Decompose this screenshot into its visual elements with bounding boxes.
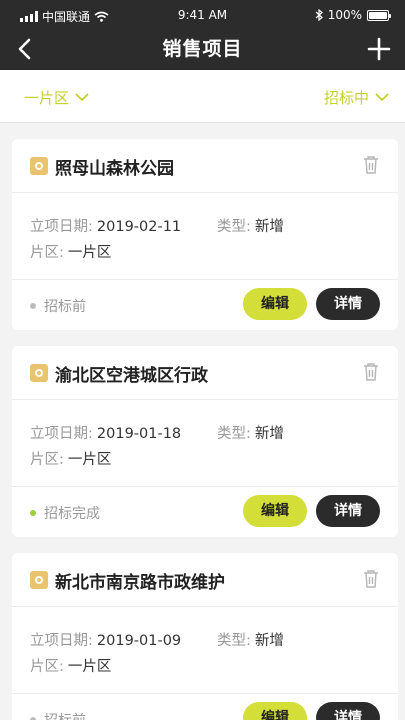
type-value: 新增 — [254, 633, 284, 649]
date-value: 2019-01-18 — [96, 426, 182, 442]
card-details: 立项日期: 2019-02-11 类型: 新增 片区: 一片区 — [12, 193, 398, 280]
status-text: 招标完成 — [44, 506, 100, 522]
edit-button[interactable]: 编辑 — [243, 495, 307, 527]
type-label: 类型: — [217, 426, 251, 442]
type-row: 类型: 新增 — [217, 422, 284, 443]
date-label: 立项日期: — [30, 219, 93, 235]
area-row: 片区: 一片区 — [30, 448, 111, 469]
card-footer: 招标完成 编辑 详情 — [12, 487, 398, 537]
edit-button[interactable]: 编辑 — [243, 288, 307, 320]
status-filter-label: 招标中 — [323, 89, 369, 107]
type-row: 类型: 新增 — [217, 215, 284, 236]
project-title: 照母山森林公园 — [55, 159, 174, 179]
date-row: 立项日期: 2019-01-18 — [30, 422, 181, 443]
project-title: 新北市南京路市政维护 — [55, 573, 225, 593]
date-label: 立项日期: — [30, 426, 93, 442]
bluetooth-icon — [315, 9, 323, 21]
card-footer: 招标前 编辑 详情 — [12, 280, 398, 330]
status-bar: 中国联通 9:41 AM 100% — [0, 0, 405, 30]
area-label: 片区: — [30, 452, 64, 468]
battery-icon — [367, 9, 391, 21]
card-header: 新北市南京路市政维护 — [12, 553, 398, 607]
project-card[interactable]: 渝北区空港城区行政 立项日期: 2019-01-18 类型: 新增 片区: 一片区 招… — [12, 346, 398, 537]
detail-button[interactable]: 详情 — [316, 702, 380, 720]
card-header: 照母山森林公园 — [12, 139, 398, 193]
trash-icon[interactable] — [362, 155, 380, 175]
status-right: 100% — [315, 8, 391, 22]
type-value: 新增 — [254, 426, 284, 442]
trash-icon[interactable] — [362, 362, 380, 382]
area-value: 一片区 — [67, 659, 112, 675]
date-label: 立项日期: — [30, 633, 93, 649]
trash-icon[interactable] — [362, 569, 380, 589]
date-row: 立项日期: 2019-02-11 — [30, 215, 181, 236]
status-filter[interactable]: 招标中 — [324, 87, 389, 108]
status-dot — [30, 510, 36, 516]
area-filter-label: 一片区 — [24, 89, 70, 107]
status-indicator: 招标前 — [30, 296, 86, 316]
project-title: 渝北区空港城区行政 — [55, 366, 208, 386]
area-row: 片区: 一片区 — [30, 655, 111, 676]
area-label: 片区: — [30, 659, 64, 675]
app-header: 中国联通 9:41 AM 100% 销售项目 — [0, 0, 405, 70]
card-footer: 招标前 编辑 详情 — [12, 694, 398, 720]
filter-bar: 一片区 招标中 — [0, 70, 405, 123]
card-header: 渝北区空港城区行政 — [12, 346, 398, 400]
card-details: 立项日期: 2019-01-09 类型: 新增 片区: 一片区 — [12, 607, 398, 694]
nav-bar: 销售项目 — [0, 30, 405, 70]
status-text: 招标前 — [44, 299, 86, 315]
area-filter[interactable]: 一片区 — [24, 87, 89, 108]
status-indicator: 招标完成 — [30, 503, 100, 523]
type-label: 类型: — [217, 633, 251, 649]
status-dot — [30, 303, 36, 309]
date-row: 立项日期: 2019-01-09 — [30, 629, 181, 650]
type-row: 类型: 新增 — [217, 629, 284, 650]
plus-icon[interactable] — [367, 34, 391, 64]
date-value: 2019-01-09 — [96, 633, 182, 649]
card-details: 立项日期: 2019-01-18 类型: 新增 片区: 一片区 — [12, 400, 398, 487]
type-label: 类型: — [217, 219, 251, 235]
chevron-down-icon — [375, 93, 389, 102]
project-card[interactable]: 新北市南京路市政维护 立项日期: 2019-01-09 类型: 新增 片区: 一片区 … — [12, 553, 398, 720]
edit-button[interactable]: 编辑 — [243, 702, 307, 720]
detail-button[interactable]: 详情 — [316, 495, 380, 527]
status-indicator: 招标前 — [30, 710, 86, 720]
page-title: 销售项目 — [162, 38, 243, 60]
area-row: 片区: 一片区 — [30, 241, 111, 262]
battery-label: 100% — [327, 8, 362, 22]
area-label: 片区: — [30, 245, 64, 261]
area-value: 一片区 — [67, 245, 112, 261]
project-icon — [30, 157, 48, 175]
project-icon — [30, 571, 48, 589]
status-text: 招标前 — [44, 710, 86, 720]
date-value: 2019-02-11 — [96, 219, 182, 235]
area-value: 一片区 — [67, 452, 112, 468]
detail-button[interactable]: 详情 — [316, 288, 380, 320]
chevron-down-icon — [75, 93, 89, 102]
type-value: 新增 — [254, 219, 284, 235]
project-card[interactable]: 照母山森林公园 立项日期: 2019-02-11 类型: 新增 片区: 一片区 招标前… — [12, 139, 398, 330]
project-icon — [30, 364, 48, 382]
